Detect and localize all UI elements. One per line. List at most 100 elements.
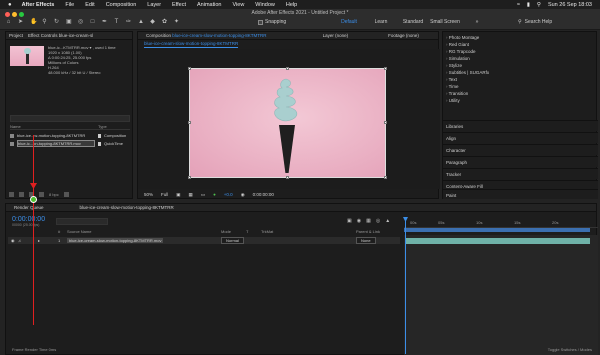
footage-frame[interactable]: [188, 67, 387, 179]
brush-tool-icon[interactable]: ✑: [126, 19, 131, 25]
time-ruler[interactable]: 00s 05s 10s 15s 20s: [404, 218, 598, 228]
menu-effect[interactable]: Effect: [172, 2, 186, 8]
apple-icon[interactable]: ●: [8, 2, 12, 8]
transparency-grid-icon[interactable]: ▦: [189, 192, 193, 198]
motion-blur-icon[interactable]: ◎: [376, 218, 380, 224]
effects-category[interactable]: RG Trapcode: [446, 49, 476, 54]
layer-parent-dropdown[interactable]: None: [356, 237, 376, 244]
transform-handle[interactable]: [384, 121, 387, 124]
project-settings-icon[interactable]: [39, 192, 44, 197]
timeline-search-input[interactable]: [56, 218, 108, 225]
panel-character[interactable]: Character: [443, 144, 598, 155]
menu-help[interactable]: Help: [286, 2, 297, 8]
preview-timecode[interactable]: 0:00:00:00: [253, 192, 274, 197]
workspace-standard[interactable]: Standard: [397, 19, 429, 25]
transform-handle[interactable]: [188, 121, 191, 124]
effects-category[interactable]: Utility: [446, 98, 460, 103]
search-help[interactable]: ⚲ Search Help: [518, 19, 552, 25]
transform-handle[interactable]: [384, 176, 387, 179]
column-type[interactable]: Type: [98, 124, 107, 129]
menu-view[interactable]: View: [232, 2, 244, 8]
layer-source-name[interactable]: blue-ice-cream-slow-motion-topping-8KTMT…: [67, 238, 164, 243]
toggle-switches-button[interactable]: Toggle Switches / Modes: [548, 347, 592, 352]
snapshot-icon[interactable]: ●: [213, 192, 216, 197]
tab-footage[interactable]: Footage (none): [380, 33, 427, 38]
column-number[interactable]: #: [58, 229, 60, 234]
transform-handle[interactable]: [384, 67, 387, 70]
menu-app-name[interactable]: After Effects: [22, 2, 55, 8]
snapping-toggle[interactable]: Snapping: [258, 19, 286, 25]
tab-render-queue[interactable]: Render Queue: [6, 205, 52, 210]
workspace-overflow-icon[interactable]: »: [461, 19, 493, 25]
label-color[interactable]: [98, 141, 101, 146]
exposure-value[interactable]: +0.0: [224, 192, 233, 197]
timeline-track-area[interactable]: [404, 235, 598, 355]
pan-behind-tool-icon[interactable]: ◎: [78, 19, 83, 25]
tab-effect-controls[interactable]: Effect Controls blue-ice-cream-sl: [28, 33, 93, 38]
panel-tracker[interactable]: Tracker: [443, 168, 598, 179]
tab-timeline-composition[interactable]: blue-ice-cream-slow-motion-topping-8KTMT…: [72, 205, 182, 210]
effects-category[interactable]: Time: [446, 84, 459, 89]
wifi-icon[interactable]: ≈: [517, 2, 520, 8]
column-name[interactable]: Name: [10, 124, 98, 129]
camera-tool-icon[interactable]: ▣: [66, 19, 72, 25]
effects-category[interactable]: Photo Montage: [446, 35, 480, 40]
clone-stamp-tool-icon[interactable]: ▲: [138, 19, 144, 25]
workspace-small-screen[interactable]: Small Screen: [429, 19, 461, 25]
menu-layer[interactable]: Layer: [147, 2, 161, 8]
audio-icon[interactable]: ♫: [18, 238, 21, 243]
label-color[interactable]: [98, 133, 101, 138]
region-of-interest-icon[interactable]: ▣: [176, 192, 180, 198]
transform-handle[interactable]: [188, 176, 191, 179]
search-icon[interactable]: ⚲: [537, 2, 541, 8]
roto-brush-tool-icon[interactable]: ✿: [162, 19, 167, 25]
pen-tool-icon[interactable]: ✒: [102, 19, 107, 25]
project-item-footage[interactable]: blue-ic...on-topping-8KTMTRR.mov QuickTi…: [10, 140, 130, 147]
hand-tool-icon[interactable]: ✋: [30, 19, 37, 25]
panel-paint[interactable]: Paint: [443, 189, 598, 199]
composition-breadcrumb[interactable]: blue-ice-cream-slow-motion-topping-8KTMT…: [144, 41, 239, 48]
delete-icon[interactable]: [63, 192, 69, 197]
resolution-dropdown[interactable]: Full: [161, 192, 168, 197]
column-source-name[interactable]: Source Name: [67, 229, 91, 234]
type-tool-icon[interactable]: T: [114, 19, 119, 25]
mask-visibility-icon[interactable]: ▭: [201, 192, 205, 198]
project-search-input[interactable]: [10, 115, 130, 122]
panel-align[interactable]: Align: [443, 132, 598, 143]
transform-handle[interactable]: [286, 176, 289, 179]
menu-window[interactable]: Window: [255, 2, 275, 8]
menu-file[interactable]: File: [65, 2, 74, 8]
layer-duration-bar[interactable]: [406, 238, 590, 244]
battery-icon[interactable]: ▮: [527, 2, 530, 8]
composition-viewer[interactable]: [138, 49, 440, 189]
project-item-composition[interactable]: blue-ice...w-motion-topping-8KTMTRR Comp…: [10, 132, 130, 139]
effects-category[interactable]: Stylize: [446, 63, 462, 68]
tab-composition[interactable]: Composition blue-ice-cream-slow-motion-t…: [138, 33, 275, 38]
panel-paragraph[interactable]: Paragraph: [443, 156, 598, 167]
menu-composition[interactable]: Composition: [106, 2, 137, 8]
tab-project[interactable]: Project: [9, 33, 23, 38]
snapping-checkbox[interactable]: [258, 19, 263, 25]
clock[interactable]: Sun 26 Sep 18:03: [548, 2, 592, 8]
zoom-tool-icon[interactable]: ⚲: [42, 19, 47, 25]
column-trkmat[interactable]: TrkMat: [261, 229, 273, 234]
effects-category[interactable]: Transition: [446, 91, 469, 96]
rectangle-tool-icon[interactable]: □: [90, 19, 95, 25]
camera-snapshot-icon[interactable]: ◉: [241, 192, 245, 198]
frame-blending-icon[interactable]: ▦: [366, 218, 371, 224]
current-time-display[interactable]: 0:00:00:00: [12, 216, 45, 223]
timeline-layer-row[interactable]: ◉ ♫ ▸ 1 blue-ice-cream-slow-motion-toppi…: [8, 237, 400, 244]
draft-3d-icon[interactable]: ▣: [347, 218, 352, 224]
visibility-icon[interactable]: ◉: [11, 238, 15, 243]
zoom-dropdown[interactable]: 50%: [144, 192, 153, 197]
column-mode[interactable]: Mode: [221, 229, 231, 234]
workspace-default[interactable]: Default: [333, 19, 365, 25]
bit-depth-button[interactable]: 8 bpc: [49, 192, 59, 197]
tab-layer[interactable]: Layer (none): [315, 33, 357, 38]
column-parent[interactable]: Parent & Link: [356, 229, 380, 234]
effects-category[interactable]: Text: [446, 77, 457, 82]
work-area-bar[interactable]: [404, 228, 590, 232]
effects-category[interactable]: Subtitles | SUGARfx: [446, 70, 489, 75]
effects-category[interactable]: Simulation: [446, 56, 470, 61]
new-folder-icon[interactable]: [19, 192, 24, 197]
